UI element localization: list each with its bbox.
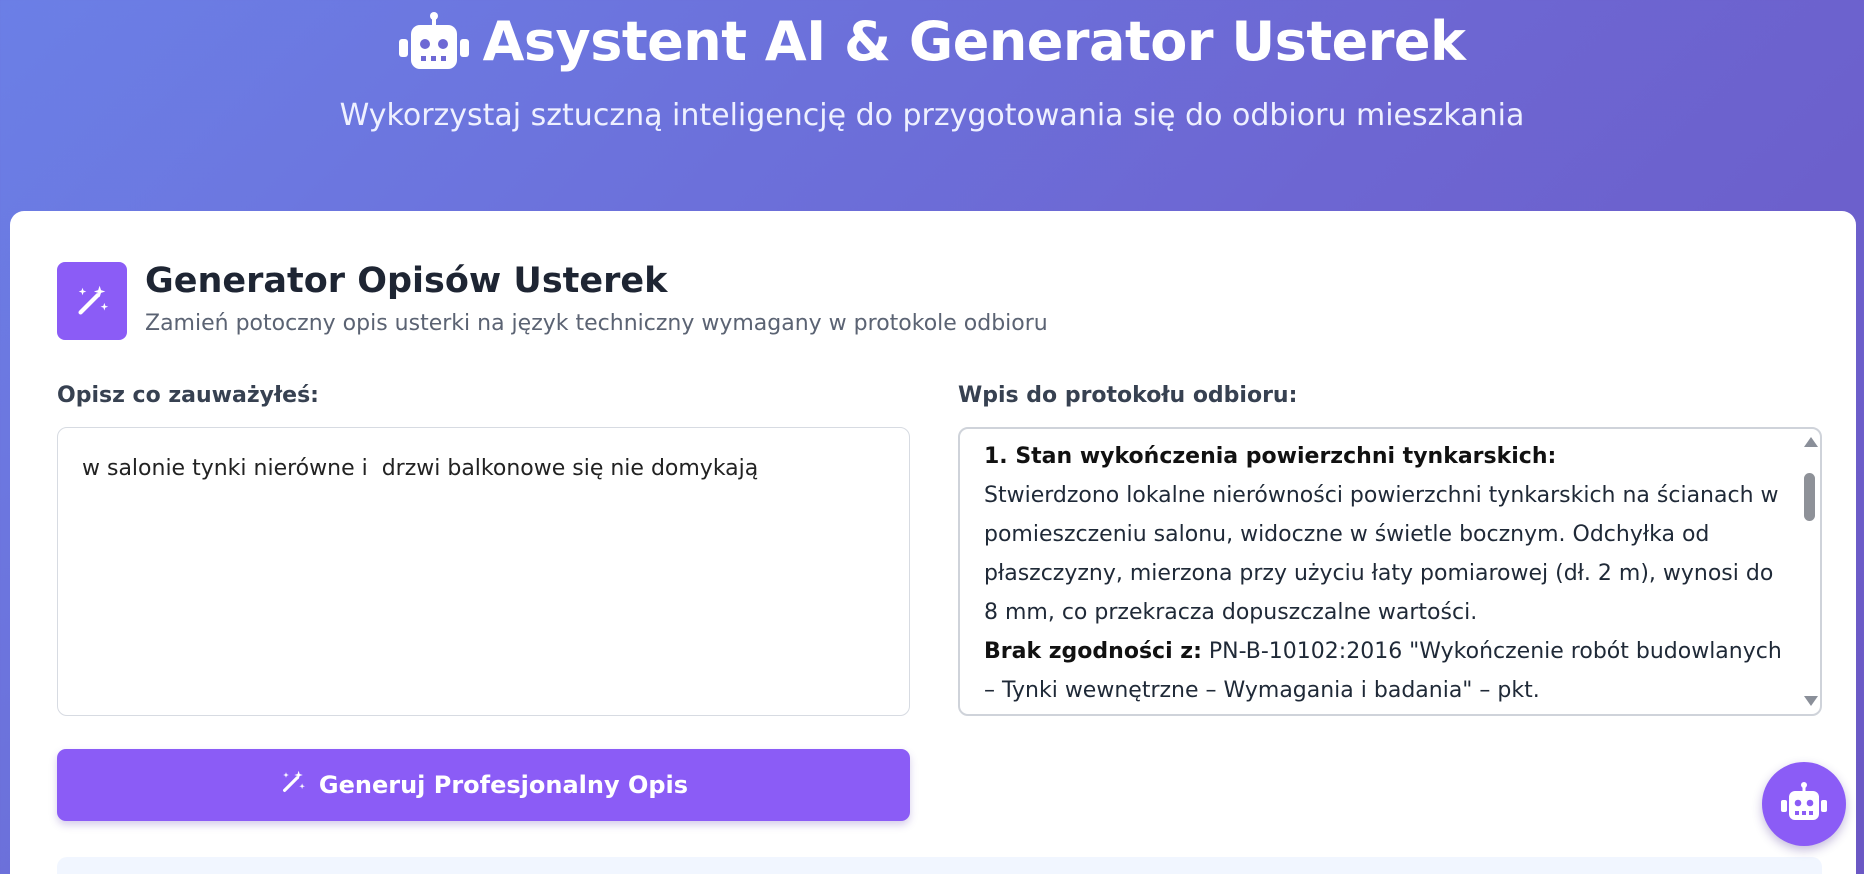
defect-description-input[interactable]: w salonie tynki nierówne i drzwi balkono…	[57, 427, 910, 716]
input-label: Opisz co zauważyłeś:	[57, 383, 319, 408]
output-nonconformity-label: Brak zgodności z:	[984, 639, 1202, 664]
protocol-output-text: 1. Stan wykończenia powierzchni tynkarsk…	[984, 437, 1784, 710]
scroll-down-arrow-icon[interactable]	[1804, 696, 1818, 706]
robot-icon	[1781, 782, 1827, 826]
output-label: Wpis do protokołu odbioru:	[958, 383, 1298, 408]
page-subtitle: Wykorzystaj sztuczną inteligencję do prz…	[339, 98, 1525, 133]
generator-card: Generator Opisów Usterek Zamień potoczny…	[10, 211, 1856, 874]
generate-button-label: Generuj Profesjonalny Opis	[318, 771, 689, 799]
page-title: Asystent AI & Generator Usterek	[0, 10, 1864, 73]
robot-icon	[398, 11, 469, 72]
chat-assistant-button[interactable]	[1762, 762, 1846, 846]
magic-wand-icon	[57, 262, 127, 340]
magic-wand-icon	[279, 768, 307, 802]
info-panel	[57, 857, 1822, 874]
output-heading: 1. Stan wykończenia powierzchni tynkarsk…	[984, 444, 1557, 469]
generator-subtitle: Zamień potoczny opis usterki na język te…	[145, 311, 1048, 336]
protocol-output[interactable]: 1. Stan wykończenia powierzchni tynkarsk…	[958, 427, 1822, 716]
page-title-text: Asystent AI & Generator Usterek	[482, 10, 1466, 73]
generator-title: Generator Opisów Usterek	[145, 261, 668, 301]
output-body: Stwierdzono lokalne nierówności powierzc…	[984, 483, 1779, 625]
hero-header: Asystent AI & Generator Usterek Wykorzys…	[0, 0, 1864, 210]
generate-description-button[interactable]: Generuj Profesjonalny Opis	[57, 749, 910, 821]
scrollbar-thumb[interactable]	[1804, 473, 1815, 521]
scroll-up-arrow-icon[interactable]	[1804, 437, 1818, 447]
output-scrollbar[interactable]	[1800, 431, 1818, 712]
